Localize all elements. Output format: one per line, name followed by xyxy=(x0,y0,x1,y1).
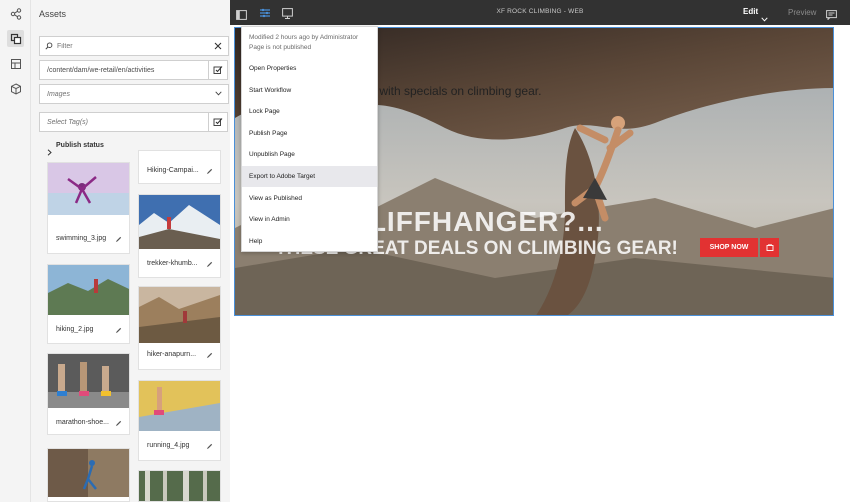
menu-item-publish-page[interactable]: Publish Page xyxy=(242,123,377,144)
content-tree-icon[interactable] xyxy=(7,80,24,97)
asset-thumbnail xyxy=(48,163,129,215)
left-rail xyxy=(0,0,31,502)
editor-toolbar: XF ROCK CLIMBING - WEB Edit Preview xyxy=(230,0,850,25)
asset-name: trekker-khumb... xyxy=(147,260,198,267)
type-select-value: Images xyxy=(47,90,70,98)
edit-icon[interactable] xyxy=(115,327,122,334)
asset-card[interactable]: marathon-shoe... xyxy=(47,353,130,435)
path-value: /content/dam/we-retail/en/activities xyxy=(47,66,155,74)
asset-name: swimming_3.jpg xyxy=(56,235,107,242)
asset-thumbnail xyxy=(48,354,129,408)
mode-select[interactable]: Edit xyxy=(743,7,758,16)
menu-item-lock-page[interactable]: Lock Page xyxy=(242,101,377,122)
annotations-icon[interactable] xyxy=(826,7,837,25)
menu-item-export-to-adobe-target[interactable]: Export to Adobe Target xyxy=(242,166,377,187)
asset-name: running_4.jpg xyxy=(147,442,190,449)
filter-field[interactable] xyxy=(39,36,229,56)
asset-name: hiking_2.jpg xyxy=(56,326,94,333)
panel-title: Assets xyxy=(39,9,67,19)
menu-item-view-in-admin[interactable]: View in Admin xyxy=(242,209,377,230)
share-icon[interactable] xyxy=(7,5,24,22)
asset-card[interactable]: running_4.jpg xyxy=(138,380,221,461)
asset-card[interactable] xyxy=(138,470,221,502)
asset-card[interactable] xyxy=(47,448,130,502)
modified-info: Modified 2 hours ago by Administrator xyxy=(249,34,359,41)
publish-status-info: Page is not published xyxy=(249,44,312,51)
menu-item-open-properties[interactable]: Open Properties xyxy=(242,58,377,79)
page-information-menu: Modified 2 hours ago by Administrator Pa… xyxy=(241,26,378,252)
edit-icon[interactable] xyxy=(206,261,213,268)
asset-thumbnail xyxy=(48,265,129,315)
select-check-icon xyxy=(213,66,223,74)
cart-icon[interactable] xyxy=(760,238,779,257)
asset-card[interactable]: Hiking-Campai... xyxy=(138,150,221,184)
asset-card[interactable]: swimming_3.jpg xyxy=(47,162,130,254)
menu-item-start-workflow[interactable]: Start Workflow xyxy=(242,80,377,101)
asset-thumbnail xyxy=(139,195,220,249)
type-select[interactable]: Images xyxy=(39,84,229,104)
menu-item-view-as-published[interactable]: View as Published xyxy=(242,188,377,209)
path-field[interactable]: /content/dam/we-retail/en/activities xyxy=(39,60,209,80)
menu-item-help[interactable]: Help xyxy=(242,231,377,252)
clear-icon[interactable] xyxy=(214,42,222,52)
asset-name: Hiking-Campai... xyxy=(147,167,199,174)
assets-icon[interactable] xyxy=(7,30,24,47)
tags-field[interactable]: Select Tag(s) xyxy=(39,112,209,132)
asset-name: marathon-shoe... xyxy=(56,419,109,426)
tags-placeholder: Select Tag(s) xyxy=(47,118,88,126)
edit-icon[interactable] xyxy=(206,168,213,175)
menu-item-unpublish-page[interactable]: Unpublish Page xyxy=(242,144,377,165)
assets-panel: Assets /content/dam/we-retail/en/activit… xyxy=(31,0,230,502)
preview-button[interactable]: Preview xyxy=(788,8,816,17)
search-icon xyxy=(45,42,53,52)
asset-thumbnail xyxy=(139,287,220,343)
components-icon[interactable] xyxy=(7,55,24,72)
asset-thumbnail xyxy=(139,471,220,501)
chevron-right-icon[interactable] xyxy=(47,143,52,161)
edit-icon[interactable] xyxy=(115,236,122,243)
asset-card[interactable]: trekker-khumb... xyxy=(138,194,221,278)
asset-card[interactable]: hiking_2.jpg xyxy=(47,264,130,344)
shop-now-button[interactable]: SHOP NOW xyxy=(700,238,758,257)
asset-thumbnail xyxy=(48,449,129,497)
filter-input[interactable] xyxy=(57,42,228,50)
tags-browse-button[interactable] xyxy=(208,112,228,132)
edit-icon[interactable] xyxy=(206,352,213,359)
path-browse-button[interactable] xyxy=(208,60,228,80)
asset-thumbnail xyxy=(139,381,220,431)
chevron-down-icon xyxy=(215,91,222,98)
edit-icon[interactable] xyxy=(206,443,213,450)
publish-status-toggle[interactable]: Publish status xyxy=(56,142,104,149)
select-check-icon xyxy=(213,118,223,126)
hero-subtext: s with specials on climbing gear. xyxy=(370,84,542,98)
edit-icon[interactable] xyxy=(115,420,122,427)
asset-name: hiker-anapurn... xyxy=(147,351,197,358)
asset-card[interactable]: hiker-anapurn... xyxy=(138,286,221,370)
